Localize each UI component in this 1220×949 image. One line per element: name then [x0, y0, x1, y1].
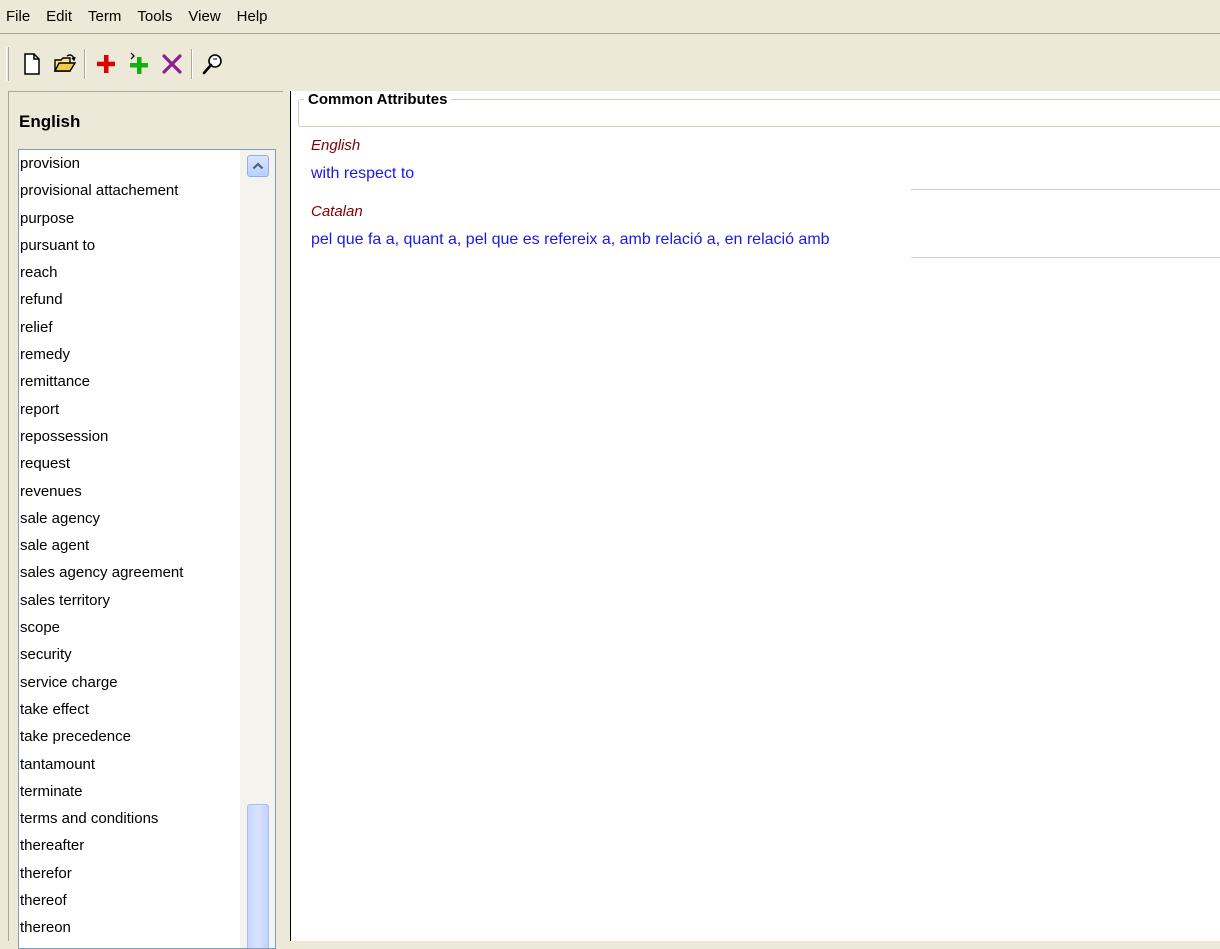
- menu-tools[interactable]: Tools: [129, 8, 180, 25]
- new-button[interactable]: [15, 47, 48, 81]
- list-item[interactable]: thereafter: [19, 832, 241, 859]
- divider: [911, 257, 1220, 258]
- list-item[interactable]: take precedence: [19, 723, 241, 750]
- add-term-icon: [96, 55, 115, 73]
- list-item[interactable]: request: [19, 450, 241, 477]
- target-language-label: Catalan: [311, 203, 363, 220]
- list-item[interactable]: provisional attachement: [19, 177, 241, 204]
- add-subterm-button[interactable]: [122, 47, 155, 81]
- menu-bar: File Edit Term Tools View Help: [0, 0, 1220, 34]
- add-subterm-icon: [129, 52, 148, 74]
- open-folder-icon: [53, 54, 76, 72]
- list-item[interactable]: sale agent: [19, 532, 241, 559]
- list-item[interactable]: take effect: [19, 696, 241, 723]
- delete-icon: [161, 54, 182, 74]
- detail-pane: Common Attributes English with respect t…: [290, 91, 1220, 941]
- pane-title: English: [19, 112, 81, 131]
- list-item[interactable]: pursuant to: [19, 232, 241, 259]
- list-item[interactable]: provision: [19, 150, 241, 177]
- source-term-value[interactable]: with respect to: [311, 165, 414, 183]
- list-item[interactable]: remedy: [19, 341, 241, 368]
- term-list[interactable]: provision provisional attachement purpose p…: [18, 149, 276, 949]
- target-term-value[interactable]: pel que fa a, quant a, pel que es refere…: [311, 231, 830, 249]
- add-term-button[interactable]: [89, 47, 122, 81]
- list-item[interactable]: repossession: [19, 423, 241, 450]
- new-document-icon: [23, 53, 40, 75]
- list-item[interactable]: reach: [19, 259, 241, 286]
- list-item[interactable]: thereof: [19, 887, 241, 914]
- list-item[interactable]: report: [19, 396, 241, 423]
- list-item[interactable]: sales agency agreement: [19, 559, 241, 586]
- menu-file[interactable]: File: [4, 8, 38, 25]
- scroll-up-button[interactable]: [247, 155, 269, 177]
- list-item[interactable]: purpose: [19, 205, 241, 232]
- term-items: provision provisional attachement purpose p…: [19, 150, 241, 942]
- search-button[interactable]: [196, 47, 229, 81]
- delete-button[interactable]: [155, 47, 188, 81]
- list-item[interactable]: terminate: [19, 778, 241, 805]
- menu-view[interactable]: View: [180, 8, 228, 25]
- divider: [911, 189, 1220, 190]
- list-item[interactable]: service charge: [19, 669, 241, 696]
- list-item[interactable]: revenues: [19, 478, 241, 505]
- chevron-up-icon: [252, 162, 264, 170]
- list-item[interactable]: remittance: [19, 368, 241, 395]
- menu-term[interactable]: Term: [80, 8, 129, 25]
- source-language-label: English: [311, 137, 361, 154]
- menu-help[interactable]: Help: [229, 8, 276, 25]
- list-item[interactable]: therefor: [19, 860, 241, 887]
- group-title: Common Attributes: [304, 91, 452, 108]
- term-list-pane: English provision provisional attachement…: [8, 91, 283, 949]
- search-icon: [202, 54, 222, 75]
- toolbar-separator: [191, 49, 193, 79]
- toolbar-grip[interactable]: [6, 47, 9, 81]
- menu-edit[interactable]: Edit: [38, 8, 80, 25]
- scroll-thumb[interactable]: [247, 804, 269, 948]
- list-item[interactable]: refund: [19, 286, 241, 313]
- list-item[interactable]: sale agency: [19, 505, 241, 532]
- list-item[interactable]: scope: [19, 614, 241, 641]
- vertical-scrollbar[interactable]: [239, 150, 275, 948]
- toolbar-separator: [84, 49, 86, 79]
- list-item[interactable]: sales territory: [19, 587, 241, 614]
- list-item[interactable]: terms and conditions: [19, 805, 241, 832]
- list-item[interactable]: security: [19, 641, 241, 668]
- open-button[interactable]: [48, 47, 81, 81]
- list-item[interactable]: thereon: [19, 914, 241, 941]
- list-item[interactable]: relief: [19, 314, 241, 341]
- toolbar: [0, 42, 1220, 86]
- pane-splitter[interactable]: [283, 91, 290, 941]
- list-item[interactable]: tantamount: [19, 751, 241, 778]
